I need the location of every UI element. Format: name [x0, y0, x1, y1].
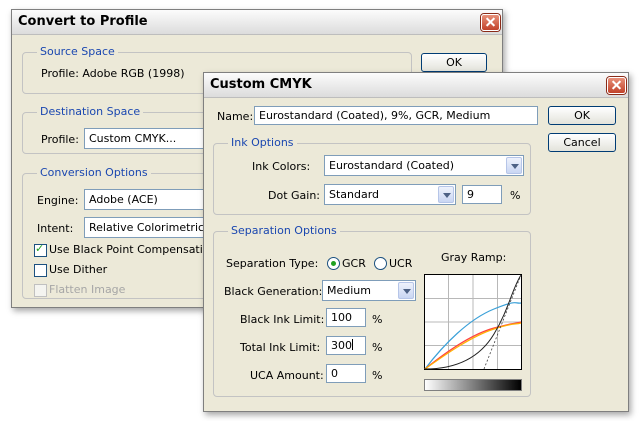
convert-close-icon[interactable]	[481, 14, 500, 31]
custom-ok-button[interactable]: OK	[548, 106, 616, 125]
total-ink-limit-unit: %	[372, 341, 383, 354]
convert-dialog-title: Convert to Profile	[18, 14, 148, 29]
name-input-value: Eurostandard (Coated), 9%, GCR, Medium	[259, 109, 491, 122]
engine-label: Engine:	[37, 194, 79, 207]
custom-cancel-button[interactable]: Cancel	[548, 133, 616, 152]
name-label: Name:	[217, 110, 254, 123]
black-ink-limit-label: Black Ink Limit:	[240, 313, 325, 326]
total-ink-limit-input[interactable]: 300	[326, 336, 366, 355]
destination-profile-select[interactable]: Custom CMYK...	[84, 128, 214, 149]
intent-select[interactable]: Relative Colorimetric	[84, 217, 214, 238]
intent-label: Intent:	[37, 222, 74, 235]
custom-cmyk-dialog: Custom CMYK Name: Eurostandard (Coated),…	[203, 72, 629, 412]
gray-ramp-gradient	[424, 379, 522, 391]
black-ink-limit-value: 100	[331, 311, 352, 324]
ink-colors-select[interactable]: Eurostandard (Coated)	[324, 155, 524, 176]
ink-colors-dropdown-icon[interactable]	[506, 157, 522, 174]
black-point-checkbox[interactable]	[34, 242, 47, 257]
dot-gain-dropdown-icon[interactable]	[438, 186, 454, 203]
separation-type-label: Separation Type:	[226, 257, 319, 270]
conversion-options-legend: Conversion Options	[37, 166, 151, 179]
black-ink-limit-input[interactable]: 100	[326, 308, 366, 327]
engine-value: Adobe (ACE)	[89, 193, 158, 206]
ink-options-legend: Ink Options	[228, 136, 297, 149]
black-generation-dropdown-icon[interactable]	[398, 282, 414, 299]
black-generation-label: Black Generation:	[224, 285, 323, 298]
destination-profile-label: Profile:	[41, 133, 79, 146]
destination-space-legend: Destination Space	[37, 105, 144, 118]
black-ink-limit-unit: %	[372, 313, 383, 326]
name-input[interactable]: Eurostandard (Coated), 9%, GCR, Medium	[254, 106, 538, 125]
uca-amount-value: 0	[331, 367, 338, 380]
gray-ramp-label: Gray Ramp:	[441, 251, 507, 264]
convert-title-bar[interactable]: Convert to Profile	[12, 10, 502, 35]
custom-close-icon[interactable]	[607, 77, 626, 94]
flatten-label: Flatten Image	[49, 283, 126, 296]
source-profile-text: Profile: Adobe RGB (1998)	[41, 67, 185, 80]
uca-amount-label: UCA Amount:	[250, 369, 324, 382]
dither-label: Use Dither	[49, 263, 108, 276]
gcr-radio[interactable]	[327, 257, 340, 270]
black-generation-select[interactable]: Medium	[322, 280, 416, 301]
ucr-radio[interactable]	[374, 257, 387, 270]
dot-gain-label: Dot Gain:	[268, 189, 321, 202]
intent-value: Relative Colorimetric	[89, 221, 205, 234]
total-ink-limit-label: Total Ink Limit:	[240, 341, 321, 354]
uca-amount-input[interactable]: 0	[326, 364, 366, 383]
destination-profile-value: Custom CMYK...	[89, 132, 177, 145]
dot-gain-value: Standard	[329, 188, 380, 201]
ink-colors-label: Ink Colors:	[252, 160, 311, 173]
dot-gain-amount-input[interactable]: 9	[462, 185, 502, 204]
gcr-label: GCR	[342, 257, 366, 270]
engine-select[interactable]: Adobe (ACE)	[84, 189, 214, 210]
dot-gain-amount-value: 9	[467, 188, 474, 201]
gray-ramp-graph	[424, 274, 522, 370]
total-ink-limit-value: 300	[331, 339, 352, 352]
text-cursor	[352, 339, 353, 350]
flatten-checkbox	[34, 284, 47, 297]
dot-gain-select[interactable]: Standard	[324, 184, 456, 205]
separation-options-legend: Separation Options	[228, 224, 340, 237]
ink-colors-value: Eurostandard (Coated)	[329, 159, 455, 172]
black-point-label: Use Black Point Compensation	[49, 243, 217, 256]
black-generation-value: Medium	[327, 284, 371, 297]
convert-ok-button[interactable]: OK	[421, 53, 487, 72]
custom-dialog-title: Custom CMYK	[210, 77, 312, 92]
ucr-label: UCR	[389, 257, 413, 270]
uca-amount-unit: %	[372, 369, 383, 382]
custom-title-bar[interactable]: Custom CMYK	[204, 73, 628, 98]
dot-gain-unit: %	[510, 189, 521, 202]
source-space-legend: Source Space	[37, 45, 118, 58]
dither-checkbox[interactable]	[34, 264, 47, 277]
